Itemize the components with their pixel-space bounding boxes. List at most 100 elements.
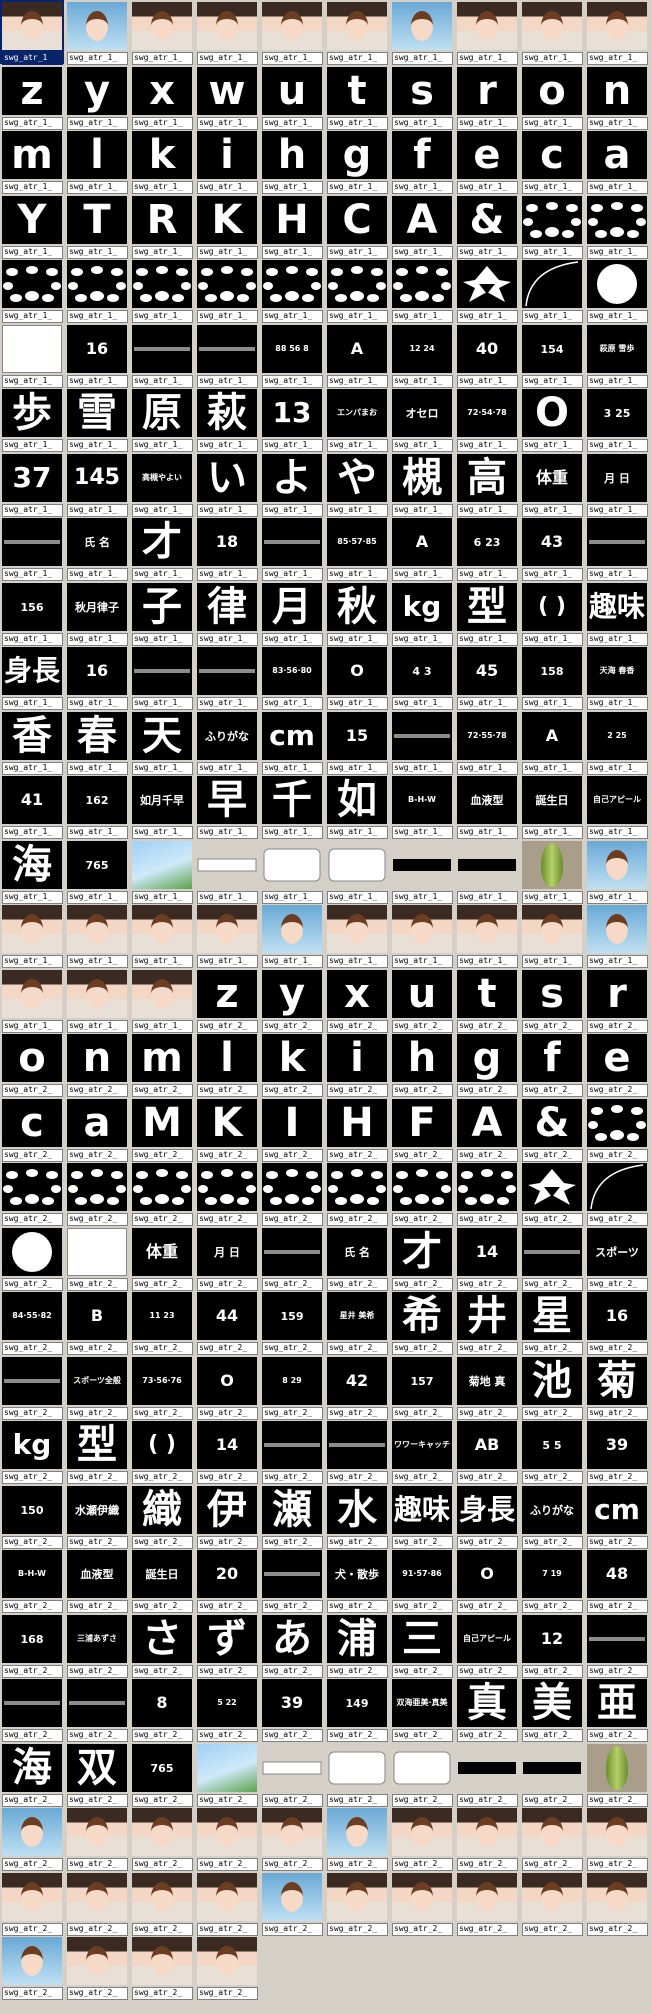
thumbnail-item[interactable]: swg_atr_1_ [130,258,194,323]
thumbnail-item[interactable]: 早 swg_atr_1_ [195,774,259,839]
thumbnail-item[interactable]: ( ) swg_atr_1_ [520,581,584,646]
thumbnail-item[interactable]: 織 swg_atr_2_ [130,1484,194,1549]
thumbnail-item[interactable]: 池 swg_atr_2_ [520,1355,584,1420]
thumbnail-item[interactable]: 3 25 swg_atr_1_ [585,387,649,452]
thumbnail-item[interactable]: 血液型 swg_atr_2_ [65,1548,129,1613]
thumbnail-item[interactable]: 月 swg_atr_1_ [260,581,324,646]
thumbnail-item[interactable]: cm swg_atr_1_ [260,710,324,775]
thumbnail-item[interactable]: 15 swg_atr_1_ [325,710,389,775]
thumbnail-item[interactable]: w swg_atr_1_ [195,65,259,130]
thumbnail-item[interactable]: 槻 swg_atr_1_ [390,452,454,517]
thumbnail-item[interactable]: swg_atr_1_ [520,903,584,968]
thumbnail-item[interactable]: a swg_atr_1_ [585,129,649,194]
thumbnail-item[interactable]: 44 swg_atr_2_ [195,1290,259,1355]
thumbnail-item[interactable]: h swg_atr_2_ [390,1032,454,1097]
thumbnail-item[interactable]: 秋月律子 swg_atr_1_ [65,581,129,646]
thumbnail-item[interactable]: 154 swg_atr_1_ [520,323,584,388]
thumbnail-item[interactable]: 84·55·82 swg_atr_2_ [0,1290,64,1355]
thumbnail-item[interactable]: ( ) swg_atr_2_ [130,1419,194,1484]
thumbnail-item[interactable]: swg_atr_2_ [520,1742,584,1807]
thumbnail-item[interactable]: 型 swg_atr_2_ [65,1419,129,1484]
thumbnail-item[interactable]: 48 swg_atr_2_ [585,1548,649,1613]
thumbnail-item[interactable]: swg_atr_1_ [65,903,129,968]
thumbnail-item[interactable]: swg_atr_2_ [390,1161,454,1226]
thumbnail-item[interactable]: swg_atr_1_ [325,0,389,65]
thumbnail-item[interactable]: 才 swg_atr_2_ [390,1226,454,1291]
thumbnail-item[interactable]: e swg_atr_1_ [455,129,519,194]
thumbnail-item[interactable]: swg_atr_2_ [520,1871,584,1936]
thumbnail-item[interactable]: 2 25 swg_atr_1_ [585,710,649,775]
thumbnail-item[interactable]: 萩 swg_atr_1_ [195,387,259,452]
thumbnail-item[interactable]: 瀬 swg_atr_2_ [260,1484,324,1549]
thumbnail-item[interactable]: swg_atr_2_ [65,1161,129,1226]
thumbnail-item[interactable]: 12 swg_atr_2_ [520,1613,584,1678]
thumbnail-item[interactable]: 13 swg_atr_1_ [260,387,324,452]
thumbnail-item[interactable]: 83·56·80 swg_atr_1_ [260,645,324,710]
thumbnail-item[interactable]: Aswg_atr_1_ [390,516,454,581]
thumbnail-item[interactable]: スポーツ swg_atr_2_ [585,1226,649,1291]
thumbnail-item[interactable]: 40 swg_atr_1_ [455,323,519,388]
thumbnail-item[interactable]: swg_atr_1_ [65,0,129,65]
thumbnail-item[interactable]: 原 swg_atr_1_ [130,387,194,452]
thumbnail-item[interactable]: 水瀬伊織 swg_atr_2_ [65,1484,129,1549]
thumbnail-item[interactable]: 月 日 swg_atr_1_ [585,452,649,517]
thumbnail-item[interactable]: 雪 swg_atr_1_ [65,387,129,452]
thumbnail-item[interactable]: 歩 swg_atr_1_ [0,387,64,452]
thumbnail-item[interactable]: ふりがな swg_atr_2_ [520,1484,584,1549]
thumbnail-item[interactable]: swg_atr_1_ [260,258,324,323]
thumbnail-item[interactable]: swg_atr_1_ [130,645,194,710]
thumbnail-item[interactable]: swg_atr_1_ [585,258,649,323]
thumbnail-item[interactable]: swg_atr_2_ [130,1161,194,1226]
thumbnail-item[interactable]: 14 swg_atr_2_ [455,1226,519,1291]
thumbnail-item[interactable]: swg_atr_1_ [455,903,519,968]
thumbnail-item[interactable]: い swg_atr_1_ [195,452,259,517]
thumbnail-item[interactable]: 氏 名 swg_atr_2_ [325,1226,389,1291]
thumbnail-item[interactable]: swg_atr_1_ [130,323,194,388]
thumbnail-item[interactable]: 犬・散歩 swg_atr_2_ [325,1548,389,1613]
thumbnail-item[interactable]: 162 swg_atr_1_ [65,774,129,839]
thumbnail-item[interactable]: 16 swg_atr_1_ [65,323,129,388]
thumbnail-item[interactable]: 150 swg_atr_2_ [0,1484,64,1549]
thumbnail-item[interactable]: Cswg_atr_1_ [325,194,389,259]
thumbnail-item[interactable]: z swg_atr_1_ [0,65,64,130]
thumbnail-item[interactable]: 18 swg_atr_1_ [195,516,259,581]
thumbnail-item[interactable]: swg_atr_1_ [390,903,454,968]
thumbnail-item[interactable]: swg_atr_2_ [0,1871,64,1936]
thumbnail-item[interactable]: swg_atr_2_ [455,1806,519,1871]
thumbnail-item[interactable]: 12 24 swg_atr_1_ [390,323,454,388]
thumbnail-item[interactable]: s swg_atr_1_ [390,65,454,130]
thumbnail-item[interactable]: swg_atr_2_ [260,1226,324,1291]
thumbnail-item[interactable]: 亜 swg_atr_2_ [585,1677,649,1742]
thumbnail-item[interactable]: swg_atr_1_ [130,903,194,968]
thumbnail-item[interactable]: swg_atr_1_ [585,0,649,65]
thumbnail-item[interactable]: u swg_atr_2_ [390,968,454,1033]
thumbnail-item[interactable]: 海 swg_atr_1_ [0,839,64,904]
thumbnail-item[interactable]: swg_atr_1_ [520,258,584,323]
thumbnail-item[interactable]: 誕生日 swg_atr_1_ [520,774,584,839]
thumbnail-item[interactable]: swg_atr_1_ [585,516,649,581]
thumbnail-item[interactable]: 6 23 swg_atr_1_ [455,516,519,581]
thumbnail-item[interactable]: r swg_atr_1_ [455,65,519,130]
thumbnail-item[interactable]: swg_atr_1_ [195,323,259,388]
thumbnail-item[interactable]: Kswg_atr_1_ [195,194,259,259]
thumbnail-item[interactable]: 8 29 swg_atr_2_ [260,1355,324,1420]
thumbnail-item[interactable]: a swg_atr_2_ [65,1097,129,1162]
thumbnail-item[interactable]: swg_atr_2_ [0,1677,64,1742]
thumbnail-item[interactable]: 千 swg_atr_1_ [260,774,324,839]
thumbnail-item[interactable]: 春 swg_atr_1_ [65,710,129,775]
thumbnail-item[interactable]: swg_atr_1_ [390,710,454,775]
thumbnail-item[interactable]: swg_atr_1_ [520,0,584,65]
thumbnail-item[interactable]: swg_atr_1_ [325,839,389,904]
thumbnail-item[interactable]: swg_atr_1_ [0,323,64,388]
thumbnail-item[interactable]: swg_atr_1_ [390,0,454,65]
thumbnail-item[interactable]: swg_atr_1_ [455,839,519,904]
thumbnail-item[interactable]: 159 swg_atr_2_ [260,1290,324,1355]
thumbnail-item[interactable]: 趣味 swg_atr_2_ [390,1484,454,1549]
thumbnail-item[interactable]: 井 swg_atr_2_ [455,1290,519,1355]
thumbnail-item[interactable]: swg_atr_2_ [0,1161,64,1226]
thumbnail-item[interactable]: 型 swg_atr_1_ [455,581,519,646]
thumbnail-item[interactable]: i swg_atr_2_ [325,1032,389,1097]
thumbnail-item[interactable]: g swg_atr_2_ [455,1032,519,1097]
thumbnail-item[interactable]: swg_atr_2_ [65,1935,129,2000]
thumbnail-item[interactable]: AB swg_atr_2_ [455,1419,519,1484]
